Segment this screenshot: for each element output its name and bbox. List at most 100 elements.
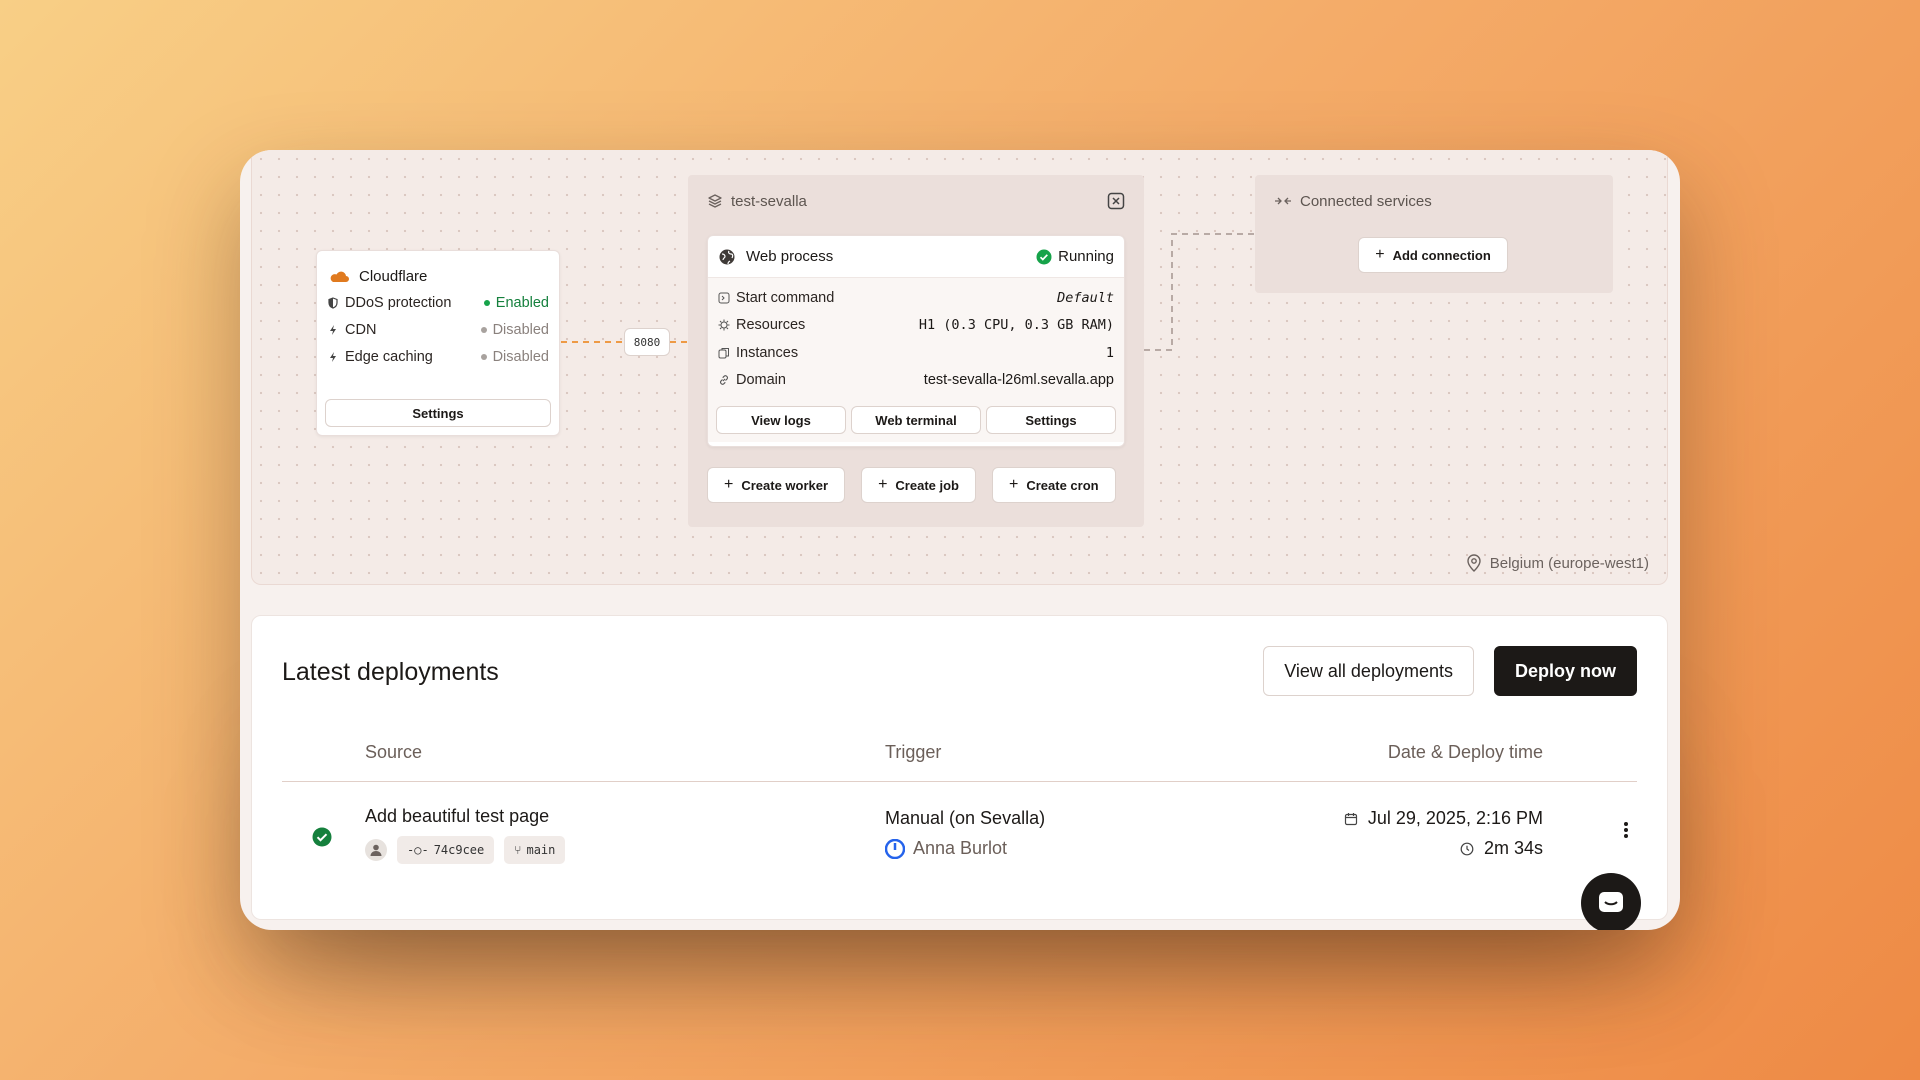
deployments-panel: Latest deployments View all deployments … xyxy=(251,615,1668,930)
commit-icon: -○- xyxy=(407,843,429,857)
plus-icon: + xyxy=(724,476,734,493)
status-dot xyxy=(480,353,487,360)
web-process-status: Running xyxy=(1058,248,1114,265)
create-worker-button[interactable]: + Create worker xyxy=(707,467,846,503)
port-badge: 8080 xyxy=(624,328,670,356)
chat-icon xyxy=(1599,892,1623,912)
cf-row-label: CDN xyxy=(345,321,377,338)
clock-icon xyxy=(1460,842,1474,855)
commit-hash: 74c9cee xyxy=(433,843,485,857)
column-source[interactable]: Source xyxy=(365,742,422,763)
commit-message: Add beautiful test page xyxy=(365,806,550,826)
success-check-icon xyxy=(312,827,332,847)
plus-icon: + xyxy=(1375,246,1385,263)
plus-icon: + xyxy=(1008,476,1019,493)
region-label: Belgium (europe-west1) xyxy=(1466,554,1649,572)
chat-launcher-button[interactable] xyxy=(1581,873,1641,930)
connected-services-group: Connected services + Add connection xyxy=(1255,175,1613,293)
web-process-card: Web process Running Start command Defaul… xyxy=(707,235,1125,447)
sevalla-logo-icon xyxy=(885,838,905,859)
domain-link[interactable]: test-sevalla-l26ml.sevalla.app xyxy=(924,372,1114,388)
create-cron-button[interactable]: + Create cron xyxy=(991,467,1116,503)
connect-arrows-icon xyxy=(1275,197,1291,205)
table-header-divider xyxy=(282,781,1637,782)
shield-icon xyxy=(328,296,338,309)
view-logs-button[interactable]: View logs xyxy=(716,406,846,434)
cf-row-value: Disabled xyxy=(492,321,549,338)
add-connection-label: Add connection xyxy=(1392,247,1491,263)
bolt-icon xyxy=(330,324,336,335)
duration-text: 2m 34s xyxy=(1483,838,1543,858)
web-terminal-button[interactable]: Web terminal xyxy=(851,406,981,434)
web-row-value: H1 (0.3 CPU, 0.3 GB RAM) xyxy=(918,317,1114,334)
cloudflare-card: Cloudflare DDoS protection Enabled CDN D… xyxy=(316,250,560,436)
web-row-instances: Instances 1 xyxy=(708,339,1124,367)
status-dot xyxy=(480,326,487,333)
status-dot xyxy=(483,299,490,306)
globe-icon xyxy=(719,249,735,264)
calendar-icon xyxy=(1344,812,1357,825)
plus-icon: + xyxy=(878,476,888,493)
create-worker-label: Create worker xyxy=(741,477,829,493)
branch-name: main xyxy=(526,843,556,857)
app-connected-line xyxy=(1144,233,1255,351)
cpu-icon xyxy=(718,319,730,331)
user-name: Anna Burlot xyxy=(913,838,1008,858)
cf-row-label: Edge caching xyxy=(345,348,433,365)
layers-icon xyxy=(708,194,722,208)
cf-row-value: Disabled xyxy=(492,348,549,365)
deploy-date: Jul 29, 2025, 2:16 PM xyxy=(1344,808,1543,829)
cf-row-cdn: CDN Disabled xyxy=(317,316,559,343)
cloud-icon xyxy=(330,271,349,282)
collapse-icon[interactable] xyxy=(1107,192,1125,210)
architecture-canvas: Cloudflare DDoS protection Enabled CDN D… xyxy=(251,150,1668,585)
create-actions: + Create worker + Create job + Create cr… xyxy=(707,467,1116,503)
terminal-icon xyxy=(718,292,730,304)
web-row-label: Domain xyxy=(736,372,786,389)
web-row-label: Start command xyxy=(736,289,835,306)
branch-icon: ⑂ xyxy=(514,843,522,857)
create-cron-label: Create cron xyxy=(1026,477,1099,493)
app-window: Cloudflare DDoS protection Enabled CDN D… xyxy=(240,150,1680,930)
link-icon xyxy=(720,375,728,385)
avatar xyxy=(365,839,387,861)
check-circle-icon xyxy=(1036,249,1052,264)
app-name: test-sevalla xyxy=(731,192,807,210)
web-row-start-command: Start command Default xyxy=(708,284,1124,312)
add-connection-button[interactable]: + Add connection xyxy=(1358,237,1508,273)
deploy-now-button[interactable]: Deploy now xyxy=(1493,646,1637,696)
trigger-text: Manual (on Sevalla) xyxy=(885,808,1046,828)
web-row-value: 1 xyxy=(1105,344,1114,361)
instances-icon xyxy=(718,347,729,359)
web-row-value: Default xyxy=(1057,289,1114,306)
deployments-title: Latest deployments xyxy=(282,658,499,686)
deploy-duration: 2m 34s xyxy=(1460,838,1543,859)
map-pin-icon xyxy=(1467,554,1481,572)
cloudflare-title: Cloudflare xyxy=(359,267,428,285)
web-process-settings-button[interactable]: Settings xyxy=(986,406,1116,434)
web-row-label: Resources xyxy=(736,317,806,334)
cf-row-edge-caching: Edge caching Disabled xyxy=(317,343,559,370)
web-process-title: Web process xyxy=(746,248,834,265)
web-row-domain: Domain test-sevalla-l26ml.sevalla.app xyxy=(708,367,1124,395)
commit-hash-chip[interactable]: -○- 74c9cee xyxy=(397,836,495,864)
more-options-icon[interactable] xyxy=(1623,820,1629,840)
column-date[interactable]: Date & Deploy time xyxy=(1388,742,1543,763)
commit-meta: -○- 74c9cee ⑂ main xyxy=(365,836,566,864)
view-all-deployments-button[interactable]: View all deployments xyxy=(1263,646,1474,696)
cloudflare-settings-button[interactable]: Settings xyxy=(325,399,551,427)
web-row-resources: Resources H1 (0.3 CPU, 0.3 GB RAM) xyxy=(708,312,1124,340)
region-text: Belgium (europe-west1) xyxy=(1489,554,1649,572)
branch-chip[interactable]: ⑂ main xyxy=(504,836,566,864)
app-group: test-sevalla Web process Running Start c… xyxy=(688,175,1144,527)
column-trigger[interactable]: Trigger xyxy=(885,742,941,763)
cf-row-value: Enabled xyxy=(495,294,549,311)
create-job-button[interactable]: + Create job xyxy=(861,467,976,503)
web-row-label: Instances xyxy=(736,344,799,361)
cf-row-label: DDoS protection xyxy=(345,294,452,311)
connected-services-title: Connected services xyxy=(1300,192,1432,210)
user-icon xyxy=(370,844,382,856)
create-job-label: Create job xyxy=(895,477,959,493)
bolt-icon xyxy=(330,351,336,362)
cf-row-ddos: DDoS protection Enabled xyxy=(317,289,559,316)
